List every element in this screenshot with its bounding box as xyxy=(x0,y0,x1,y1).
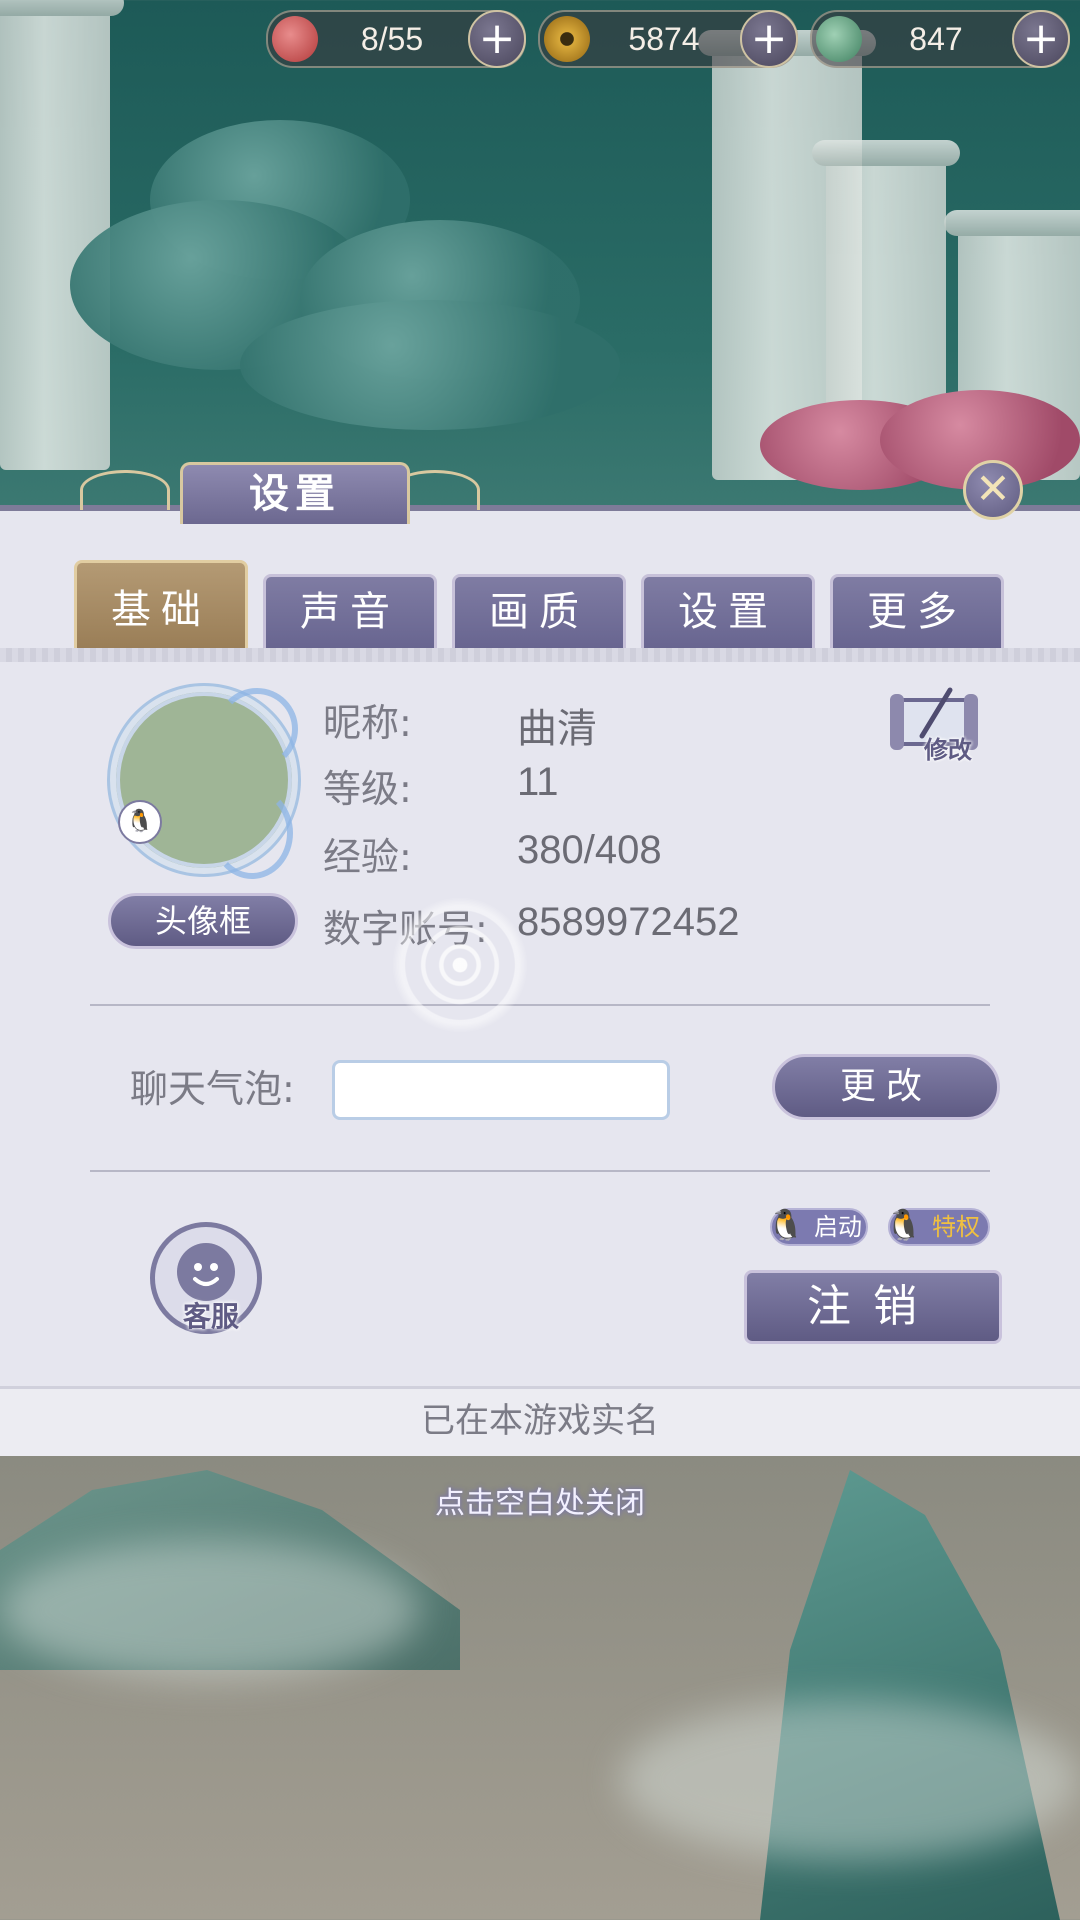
close-button[interactable]: ✕ xyxy=(963,460,1023,520)
nickname-value: 曲清 xyxy=(517,706,597,752)
tab-graphics[interactable]: 画质 xyxy=(452,574,626,648)
chat-bubble-label: 聊天气泡: xyxy=(130,1067,295,1111)
nickname-label: 昵称: xyxy=(323,701,412,745)
avatar-frame-button[interactable]: 头像框 xyxy=(108,893,298,949)
jade-counter: 847 + xyxy=(810,10,1070,68)
customer-service-button[interactable]: 客服 xyxy=(150,1222,262,1334)
qq-launch-badge[interactable]: 🐧 启动 xyxy=(767,1208,868,1246)
add-stamina-button[interactable]: + xyxy=(468,10,526,68)
heart-icon xyxy=(272,16,318,62)
qq-penguin-icon: 🐧 xyxy=(767,1208,805,1243)
headset-icon xyxy=(177,1243,235,1301)
coin-value: 5874 xyxy=(628,21,700,57)
coin-icon xyxy=(544,16,590,62)
title-ornament-left xyxy=(80,470,170,510)
tab-more[interactable]: 更多 xyxy=(830,574,1004,648)
qq-privilege-badge[interactable]: 🐧 特权 xyxy=(885,1208,990,1246)
qq-penguin-icon: 🐧 xyxy=(118,800,162,844)
avatar[interactable] xyxy=(110,686,298,879)
jade-icon xyxy=(816,16,862,62)
add-coin-button[interactable]: + xyxy=(740,10,798,68)
divider-line xyxy=(90,1004,990,1006)
close-hint-text[interactable]: 点击空白处关闭 xyxy=(0,1478,1080,1522)
edit-profile-button[interactable]: 修改 xyxy=(888,686,982,764)
level-value: 11 xyxy=(517,760,559,804)
dialog-title: 设置 xyxy=(180,462,410,524)
edit-label: 修改 xyxy=(924,736,972,764)
tab-divider xyxy=(0,648,1080,662)
account-id-value: 8589972452 xyxy=(517,900,740,944)
divider-line xyxy=(90,1170,990,1172)
logout-button[interactable]: 注销 xyxy=(744,1270,1002,1344)
stamina-value: 8/55 xyxy=(360,21,424,57)
jade-value: 847 xyxy=(909,21,963,57)
touch-ripple-effect xyxy=(380,885,540,1045)
realname-status: 已在本游戏实名 xyxy=(0,1386,1080,1456)
change-bubble-button[interactable]: 更改 xyxy=(772,1054,1000,1120)
stamina-counter: 8/55 + xyxy=(266,10,526,68)
experience-label: 经验: xyxy=(323,835,412,879)
settings-tabs: 基础 声音 画质 设置 更多 xyxy=(74,560,1014,648)
chat-bubble-preview xyxy=(332,1060,670,1120)
close-icon: ✕ xyxy=(975,464,1011,513)
tab-basic[interactable]: 基础 xyxy=(74,560,248,648)
add-jade-button[interactable]: + xyxy=(1012,10,1070,68)
tab-sound[interactable]: 声音 xyxy=(263,574,437,648)
level-label: 等级: xyxy=(323,767,412,811)
tab-settings[interactable]: 设置 xyxy=(641,574,815,648)
qq-vip-penguin-icon: 🐧 xyxy=(885,1208,923,1243)
coin-counter: 5874 + xyxy=(538,10,798,68)
experience-value: 380/408 xyxy=(517,828,662,872)
customer-service-label: 客服 xyxy=(182,1300,239,1333)
